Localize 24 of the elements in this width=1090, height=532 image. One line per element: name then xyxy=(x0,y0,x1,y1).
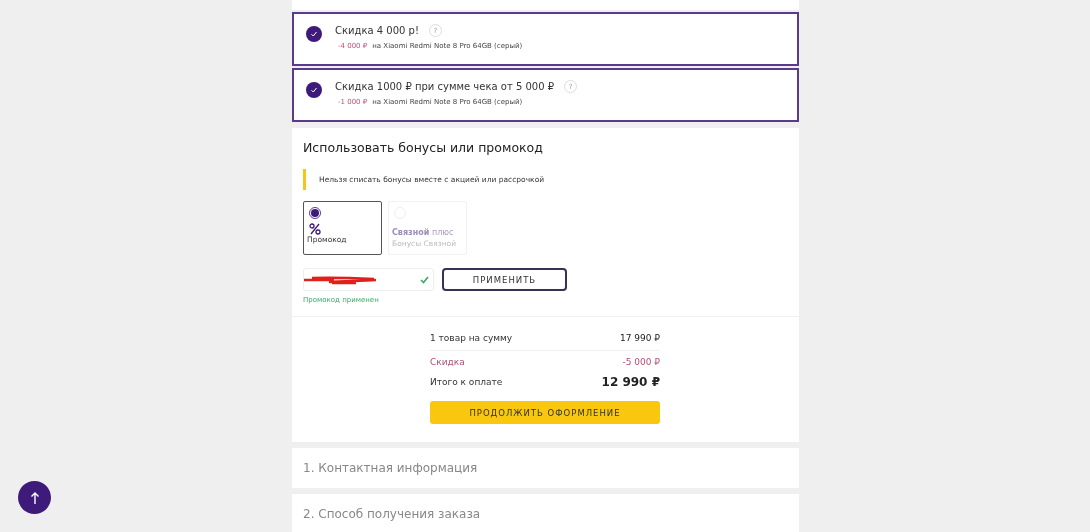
check-icon xyxy=(310,86,318,94)
checkbox[interactable] xyxy=(306,26,322,42)
check-icon xyxy=(420,275,429,284)
summary-value: 12 990 ₽ xyxy=(601,375,660,389)
percent-icon xyxy=(309,223,321,235)
check-icon xyxy=(310,30,318,38)
offer-title: Скидка 4 000 р! xyxy=(335,25,419,36)
continue-button[interactable]: ПРОДОЛЖИТЬ ОФОРМЛЕНИЕ xyxy=(430,401,660,424)
summary-value: 17 990 ₽ xyxy=(619,332,660,343)
brand-logo: Связной плюс xyxy=(392,228,455,237)
offer-title: Скидка 1000 ₽ при сумме чека от 5 000 ₽ xyxy=(335,81,555,92)
radio-button[interactable] xyxy=(309,207,321,219)
scroll-top-button[interactable] xyxy=(18,481,51,514)
step-header[interactable]: 2. Способ получения заказа xyxy=(292,494,799,532)
summary-label: Скидка xyxy=(430,357,465,367)
arrow-up-icon xyxy=(29,490,40,505)
checkbox[interactable] xyxy=(306,82,322,98)
summary-value: -5 000 ₽ xyxy=(622,357,660,367)
step-header[interactable]: 1. Контактная информация xyxy=(292,448,799,488)
summary-label: 1 товар на сумму xyxy=(430,332,513,343)
promo-field[interactable] xyxy=(303,268,434,291)
apply-button[interactable]: ПРИМЕНИТЬ xyxy=(442,268,567,291)
summary-label: Итого к оплате xyxy=(430,377,503,387)
section-title: Использовать бонусы или промокод xyxy=(303,140,544,155)
